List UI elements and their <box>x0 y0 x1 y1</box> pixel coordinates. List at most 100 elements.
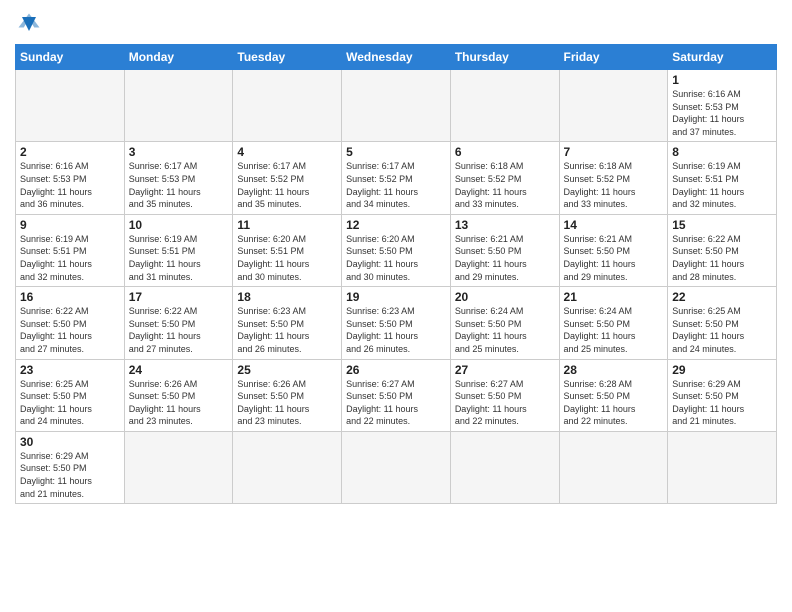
day-cell: 15Sunrise: 6:22 AM Sunset: 5:50 PM Dayli… <box>668 214 777 286</box>
day-cell <box>16 70 125 142</box>
day-number: 2 <box>20 145 120 159</box>
day-cell: 8Sunrise: 6:19 AM Sunset: 5:51 PM Daylig… <box>668 142 777 214</box>
day-cell: 13Sunrise: 6:21 AM Sunset: 5:50 PM Dayli… <box>450 214 559 286</box>
header-day-saturday: Saturday <box>668 45 777 70</box>
day-info: Sunrise: 6:27 AM Sunset: 5:50 PM Dayligh… <box>346 378 446 428</box>
week-row-1: 1Sunrise: 6:16 AM Sunset: 5:53 PM Daylig… <box>16 70 777 142</box>
day-cell: 30Sunrise: 6:29 AM Sunset: 5:50 PM Dayli… <box>16 431 125 503</box>
day-info: Sunrise: 6:29 AM Sunset: 5:50 PM Dayligh… <box>672 378 772 428</box>
day-info: Sunrise: 6:17 AM Sunset: 5:52 PM Dayligh… <box>237 160 337 210</box>
header-day-thursday: Thursday <box>450 45 559 70</box>
day-cell: 6Sunrise: 6:18 AM Sunset: 5:52 PM Daylig… <box>450 142 559 214</box>
week-row-4: 16Sunrise: 6:22 AM Sunset: 5:50 PM Dayli… <box>16 287 777 359</box>
day-info: Sunrise: 6:25 AM Sunset: 5:50 PM Dayligh… <box>672 305 772 355</box>
day-number: 24 <box>129 363 229 377</box>
day-number: 12 <box>346 218 446 232</box>
day-number: 30 <box>20 435 120 449</box>
header-day-wednesday: Wednesday <box>342 45 451 70</box>
day-cell <box>559 431 668 503</box>
day-info: Sunrise: 6:19 AM Sunset: 5:51 PM Dayligh… <box>129 233 229 283</box>
day-info: Sunrise: 6:29 AM Sunset: 5:50 PM Dayligh… <box>20 450 120 500</box>
day-cell <box>559 70 668 142</box>
day-info: Sunrise: 6:20 AM Sunset: 5:51 PM Dayligh… <box>237 233 337 283</box>
day-number: 5 <box>346 145 446 159</box>
day-number: 22 <box>672 290 772 304</box>
day-cell: 18Sunrise: 6:23 AM Sunset: 5:50 PM Dayli… <box>233 287 342 359</box>
day-info: Sunrise: 6:16 AM Sunset: 5:53 PM Dayligh… <box>672 88 772 138</box>
day-info: Sunrise: 6:22 AM Sunset: 5:50 PM Dayligh… <box>672 233 772 283</box>
day-cell: 1Sunrise: 6:16 AM Sunset: 5:53 PM Daylig… <box>668 70 777 142</box>
day-info: Sunrise: 6:19 AM Sunset: 5:51 PM Dayligh… <box>672 160 772 210</box>
day-cell: 27Sunrise: 6:27 AM Sunset: 5:50 PM Dayli… <box>450 359 559 431</box>
day-info: Sunrise: 6:25 AM Sunset: 5:50 PM Dayligh… <box>20 378 120 428</box>
day-number: 14 <box>564 218 664 232</box>
day-info: Sunrise: 6:26 AM Sunset: 5:50 PM Dayligh… <box>129 378 229 428</box>
day-number: 4 <box>237 145 337 159</box>
day-cell <box>233 70 342 142</box>
day-info: Sunrise: 6:22 AM Sunset: 5:50 PM Dayligh… <box>20 305 120 355</box>
day-cell <box>124 70 233 142</box>
day-info: Sunrise: 6:19 AM Sunset: 5:51 PM Dayligh… <box>20 233 120 283</box>
day-number: 21 <box>564 290 664 304</box>
day-cell: 7Sunrise: 6:18 AM Sunset: 5:52 PM Daylig… <box>559 142 668 214</box>
header-row: SundayMondayTuesdayWednesdayThursdayFrid… <box>16 45 777 70</box>
day-number: 3 <box>129 145 229 159</box>
day-cell: 4Sunrise: 6:17 AM Sunset: 5:52 PM Daylig… <box>233 142 342 214</box>
day-cell <box>342 431 451 503</box>
day-cell <box>668 431 777 503</box>
header <box>15 10 777 38</box>
day-cell: 28Sunrise: 6:28 AM Sunset: 5:50 PM Dayli… <box>559 359 668 431</box>
day-number: 23 <box>20 363 120 377</box>
day-cell: 22Sunrise: 6:25 AM Sunset: 5:50 PM Dayli… <box>668 287 777 359</box>
day-cell: 25Sunrise: 6:26 AM Sunset: 5:50 PM Dayli… <box>233 359 342 431</box>
week-row-6: 30Sunrise: 6:29 AM Sunset: 5:50 PM Dayli… <box>16 431 777 503</box>
calendar-table: SundayMondayTuesdayWednesdayThursdayFrid… <box>15 44 777 504</box>
day-cell <box>450 431 559 503</box>
day-cell <box>342 70 451 142</box>
day-info: Sunrise: 6:24 AM Sunset: 5:50 PM Dayligh… <box>455 305 555 355</box>
day-cell: 26Sunrise: 6:27 AM Sunset: 5:50 PM Dayli… <box>342 359 451 431</box>
day-info: Sunrise: 6:28 AM Sunset: 5:50 PM Dayligh… <box>564 378 664 428</box>
day-number: 10 <box>129 218 229 232</box>
week-row-5: 23Sunrise: 6:25 AM Sunset: 5:50 PM Dayli… <box>16 359 777 431</box>
day-cell <box>233 431 342 503</box>
day-number: 20 <box>455 290 555 304</box>
day-number: 15 <box>672 218 772 232</box>
day-info: Sunrise: 6:21 AM Sunset: 5:50 PM Dayligh… <box>455 233 555 283</box>
day-number: 19 <box>346 290 446 304</box>
header-day-monday: Monday <box>124 45 233 70</box>
day-number: 28 <box>564 363 664 377</box>
day-number: 26 <box>346 363 446 377</box>
day-number: 1 <box>672 73 772 87</box>
day-cell: 9Sunrise: 6:19 AM Sunset: 5:51 PM Daylig… <box>16 214 125 286</box>
day-cell: 5Sunrise: 6:17 AM Sunset: 5:52 PM Daylig… <box>342 142 451 214</box>
day-cell: 19Sunrise: 6:23 AM Sunset: 5:50 PM Dayli… <box>342 287 451 359</box>
day-number: 11 <box>237 218 337 232</box>
day-cell: 16Sunrise: 6:22 AM Sunset: 5:50 PM Dayli… <box>16 287 125 359</box>
day-cell: 29Sunrise: 6:29 AM Sunset: 5:50 PM Dayli… <box>668 359 777 431</box>
day-cell: 17Sunrise: 6:22 AM Sunset: 5:50 PM Dayli… <box>124 287 233 359</box>
week-row-3: 9Sunrise: 6:19 AM Sunset: 5:51 PM Daylig… <box>16 214 777 286</box>
day-cell: 2Sunrise: 6:16 AM Sunset: 5:53 PM Daylig… <box>16 142 125 214</box>
page: SundayMondayTuesdayWednesdayThursdayFrid… <box>0 0 792 514</box>
day-cell: 14Sunrise: 6:21 AM Sunset: 5:50 PM Dayli… <box>559 214 668 286</box>
header-day-friday: Friday <box>559 45 668 70</box>
day-number: 17 <box>129 290 229 304</box>
day-info: Sunrise: 6:17 AM Sunset: 5:52 PM Dayligh… <box>346 160 446 210</box>
day-number: 7 <box>564 145 664 159</box>
day-info: Sunrise: 6:26 AM Sunset: 5:50 PM Dayligh… <box>237 378 337 428</box>
day-number: 27 <box>455 363 555 377</box>
day-cell: 24Sunrise: 6:26 AM Sunset: 5:50 PM Dayli… <box>124 359 233 431</box>
day-info: Sunrise: 6:18 AM Sunset: 5:52 PM Dayligh… <box>455 160 555 210</box>
day-number: 16 <box>20 290 120 304</box>
day-info: Sunrise: 6:17 AM Sunset: 5:53 PM Dayligh… <box>129 160 229 210</box>
day-cell: 23Sunrise: 6:25 AM Sunset: 5:50 PM Dayli… <box>16 359 125 431</box>
day-info: Sunrise: 6:21 AM Sunset: 5:50 PM Dayligh… <box>564 233 664 283</box>
day-cell: 10Sunrise: 6:19 AM Sunset: 5:51 PM Dayli… <box>124 214 233 286</box>
day-info: Sunrise: 6:20 AM Sunset: 5:50 PM Dayligh… <box>346 233 446 283</box>
day-cell: 3Sunrise: 6:17 AM Sunset: 5:53 PM Daylig… <box>124 142 233 214</box>
day-cell: 11Sunrise: 6:20 AM Sunset: 5:51 PM Dayli… <box>233 214 342 286</box>
day-info: Sunrise: 6:23 AM Sunset: 5:50 PM Dayligh… <box>346 305 446 355</box>
day-cell: 12Sunrise: 6:20 AM Sunset: 5:50 PM Dayli… <box>342 214 451 286</box>
day-number: 25 <box>237 363 337 377</box>
